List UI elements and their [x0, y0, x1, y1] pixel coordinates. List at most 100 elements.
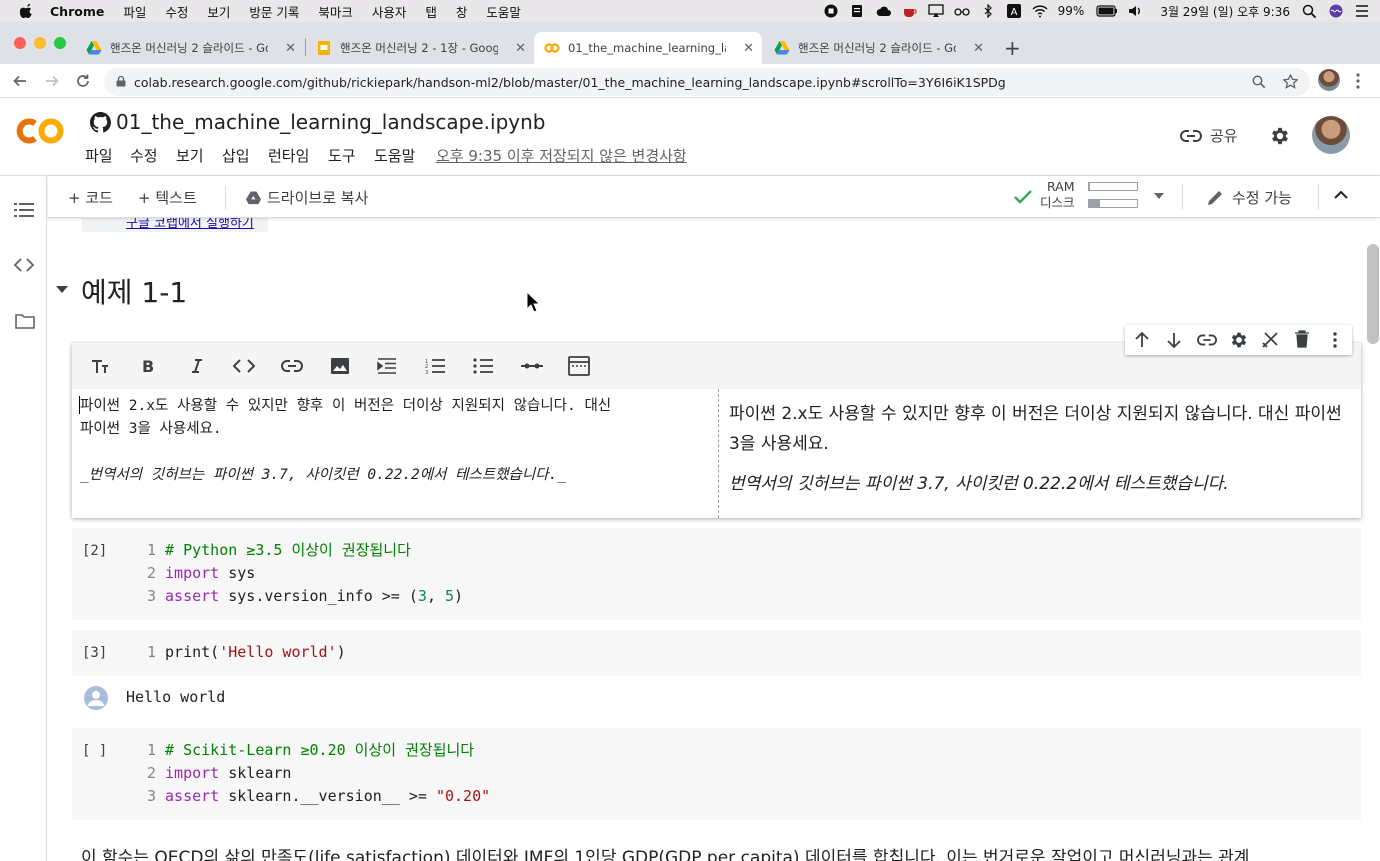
menubar-item-edit[interactable]: 수정	[165, 2, 188, 21]
input-source-icon[interactable]: A	[1006, 4, 1022, 18]
code-cell[interactable]: [ ] 1 # Scikit-Learn ≥0.20 이상이 권장됩니다 2 im…	[72, 728, 1361, 820]
bluetooth-icon[interactable]	[980, 4, 996, 18]
execution-count[interactable]: [3]	[82, 645, 107, 661]
insert-link-icon[interactable]	[281, 359, 303, 373]
insert-image-icon[interactable]	[330, 357, 350, 375]
execution-count[interactable]: [2]	[82, 543, 107, 559]
tab-close-icon[interactable]: ✕	[285, 41, 296, 56]
menubar-item-help[interactable]: 도움말	[486, 2, 521, 21]
menubar-item-people[interactable]: 사용자	[372, 2, 407, 21]
stop-record-icon[interactable]	[824, 4, 840, 18]
colab-menu-runtime[interactable]: 런타임	[268, 145, 309, 166]
runtime-dropdown-arrow-icon[interactable]	[1154, 193, 1164, 199]
files-folder-icon[interactable]	[15, 313, 35, 329]
resource-monitor[interactable]: RAM 디스크	[1040, 179, 1075, 211]
volume-icon[interactable]	[1128, 4, 1144, 18]
cell-more-vert-icon[interactable]	[1331, 331, 1339, 349]
colab-logo-icon[interactable]	[16, 114, 68, 148]
airplay-icon[interactable]	[927, 4, 944, 18]
forward-arrow-icon[interactable]	[44, 73, 60, 89]
back-arrow-icon[interactable]	[12, 73, 28, 89]
tab-close-icon[interactable]: ✕	[743, 41, 754, 56]
colab-menu-insert[interactable]: 삽입	[222, 145, 250, 166]
section-collapse-caret-icon[interactable]	[56, 286, 68, 293]
bulleted-list-icon[interactable]	[473, 358, 493, 374]
add-text-button[interactable]: + 텍스트	[138, 187, 197, 208]
cell-settings-gear-icon[interactable]	[1229, 330, 1249, 350]
code-editor[interactable]: 1 print('Hello world')	[140, 641, 346, 664]
tab-close-icon[interactable]: ✕	[515, 41, 526, 56]
bookmark-star-icon[interactable]	[1283, 74, 1298, 89]
settings-gear-icon[interactable]	[1269, 125, 1291, 147]
connected-check-icon[interactable]	[1013, 189, 1033, 205]
reload-icon[interactable]	[75, 73, 91, 89]
notification-center-icon[interactable]	[1354, 4, 1370, 18]
collapse-header-chevron-icon[interactable]	[1334, 190, 1348, 200]
spotlight-search-icon[interactable]	[1302, 4, 1318, 18]
menubar-item-window[interactable]: 창	[456, 2, 468, 21]
share-button[interactable]: 공유	[1180, 125, 1238, 146]
scrollbar-thumb[interactable]	[1367, 244, 1379, 344]
text-cell-editing[interactable]: B 123 파이썬 2.x도 사용할 수 있지만 향후 이 버전은 더이상 지원…	[72, 343, 1361, 518]
open-in-colab-link[interactable]: 구글 코랩에서 실행하기	[126, 218, 254, 231]
code-editor[interactable]: 1 # Scikit-Learn ≥0.20 이상이 권장됩니다 2 import…	[140, 739, 490, 808]
copy-to-drive-button[interactable]: 드라이브로 복사	[246, 187, 368, 208]
add-code-button[interactable]: + 코드	[68, 187, 113, 208]
window-minimize-button[interactable]	[34, 37, 46, 49]
apple-icon[interactable]	[20, 4, 34, 18]
delete-cell-trash-icon[interactable]	[1294, 330, 1310, 348]
italic-icon[interactable]	[190, 358, 204, 374]
code-editor[interactable]: 1 # Python ≥3.5 이상이 권장됩니다 2 import sys 3 a…	[140, 539, 463, 608]
lock-icon[interactable]	[116, 76, 126, 87]
menubar-item-bookmarks[interactable]: 북마크	[318, 2, 353, 21]
menubar-item-history[interactable]: 방문 기록	[249, 2, 299, 21]
move-cell-down-arrow-icon[interactable]	[1165, 331, 1183, 349]
code-cell[interactable]: [2] 1 # Python ≥3.5 이상이 권장됩니다 2 import sy…	[72, 528, 1361, 620]
menubar-app-name[interactable]: Chrome	[50, 4, 104, 19]
tab-close-icon[interactable]: ✕	[973, 41, 984, 56]
browser-tab[interactable]: 핸즈온 머신러닝 2 슬라이드 - Google ✕	[764, 32, 992, 64]
user-avatar[interactable]	[1312, 116, 1350, 154]
menubar-item-file[interactable]: 파일	[123, 2, 146, 21]
mirror-cell-icon[interactable]	[1261, 331, 1279, 349]
colab-menu-file[interactable]: 파일	[85, 145, 113, 166]
siri-icon[interactable]	[1328, 4, 1344, 18]
wifi-icon[interactable]	[1032, 4, 1048, 18]
profile-avatar[interactable]	[1318, 69, 1340, 91]
indent-icon[interactable]	[377, 358, 397, 374]
move-cell-up-arrow-icon[interactable]	[1133, 331, 1151, 349]
table-of-contents-icon[interactable]	[14, 202, 34, 218]
browser-tab[interactable]: 핸즈온 머신러닝 2 - 1장 - Google 프레젠 ✕	[306, 32, 534, 64]
colab-menu-view[interactable]: 보기	[176, 145, 204, 166]
bold-icon[interactable]: B	[141, 358, 155, 374]
address-bar[interactable]: colab.research.google.com/github/rickiep…	[104, 68, 1310, 96]
code-format-icon[interactable]	[233, 359, 255, 373]
browser-tab[interactable]: 핸즈온 머신러닝 2 슬라이드 - Google ✕	[76, 32, 304, 64]
numbered-list-icon[interactable]: 123	[425, 358, 445, 374]
horizontal-rule-icon[interactable]	[521, 362, 543, 370]
menubar-clock[interactable]: 3월 29일 (일) 오후 9:36	[1160, 3, 1290, 20]
code-cell[interactable]: [3] 1 print('Hello world')	[72, 630, 1361, 676]
zoom-search-icon[interactable]	[1252, 75, 1266, 89]
menubar-item-view[interactable]: 보기	[207, 2, 230, 21]
coffee-icon[interactable]	[902, 4, 918, 18]
glasses-icon[interactable]	[953, 4, 970, 18]
battery-icon[interactable]	[1096, 4, 1118, 18]
preview-layout-icon[interactable]	[568, 356, 590, 376]
execution-count[interactable]: [ ]	[82, 743, 107, 759]
cloud-icon[interactable]	[876, 4, 892, 18]
clipboard-icon[interactable]	[850, 4, 866, 18]
more-vert-icon[interactable]	[1352, 72, 1364, 90]
colab-menu-edit[interactable]: 수정	[130, 145, 158, 166]
output-avatar-icon[interactable]	[84, 686, 108, 710]
cell-link-icon[interactable]	[1197, 333, 1217, 347]
markdown-source-editor[interactable]: 파이썬 2.x도 사용할 수 있지만 향후 이 버전은 더이상 지원되지 않습니…	[72, 389, 717, 518]
colab-menu-tools[interactable]: 도구	[328, 145, 356, 166]
new-tab-plus-icon[interactable]: +	[1004, 36, 1021, 60]
unsaved-changes-link[interactable]: 오후 9:35 이후 저장되지 않은 변경사항	[436, 145, 687, 166]
github-icon[interactable]	[90, 112, 111, 133]
menubar-item-tab[interactable]: 탭	[425, 2, 437, 21]
window-zoom-button[interactable]	[54, 37, 66, 49]
browser-tab-active[interactable]: 01_the_machine_learning_landscape ✕	[534, 32, 762, 64]
text-size-icon[interactable]	[91, 358, 111, 374]
